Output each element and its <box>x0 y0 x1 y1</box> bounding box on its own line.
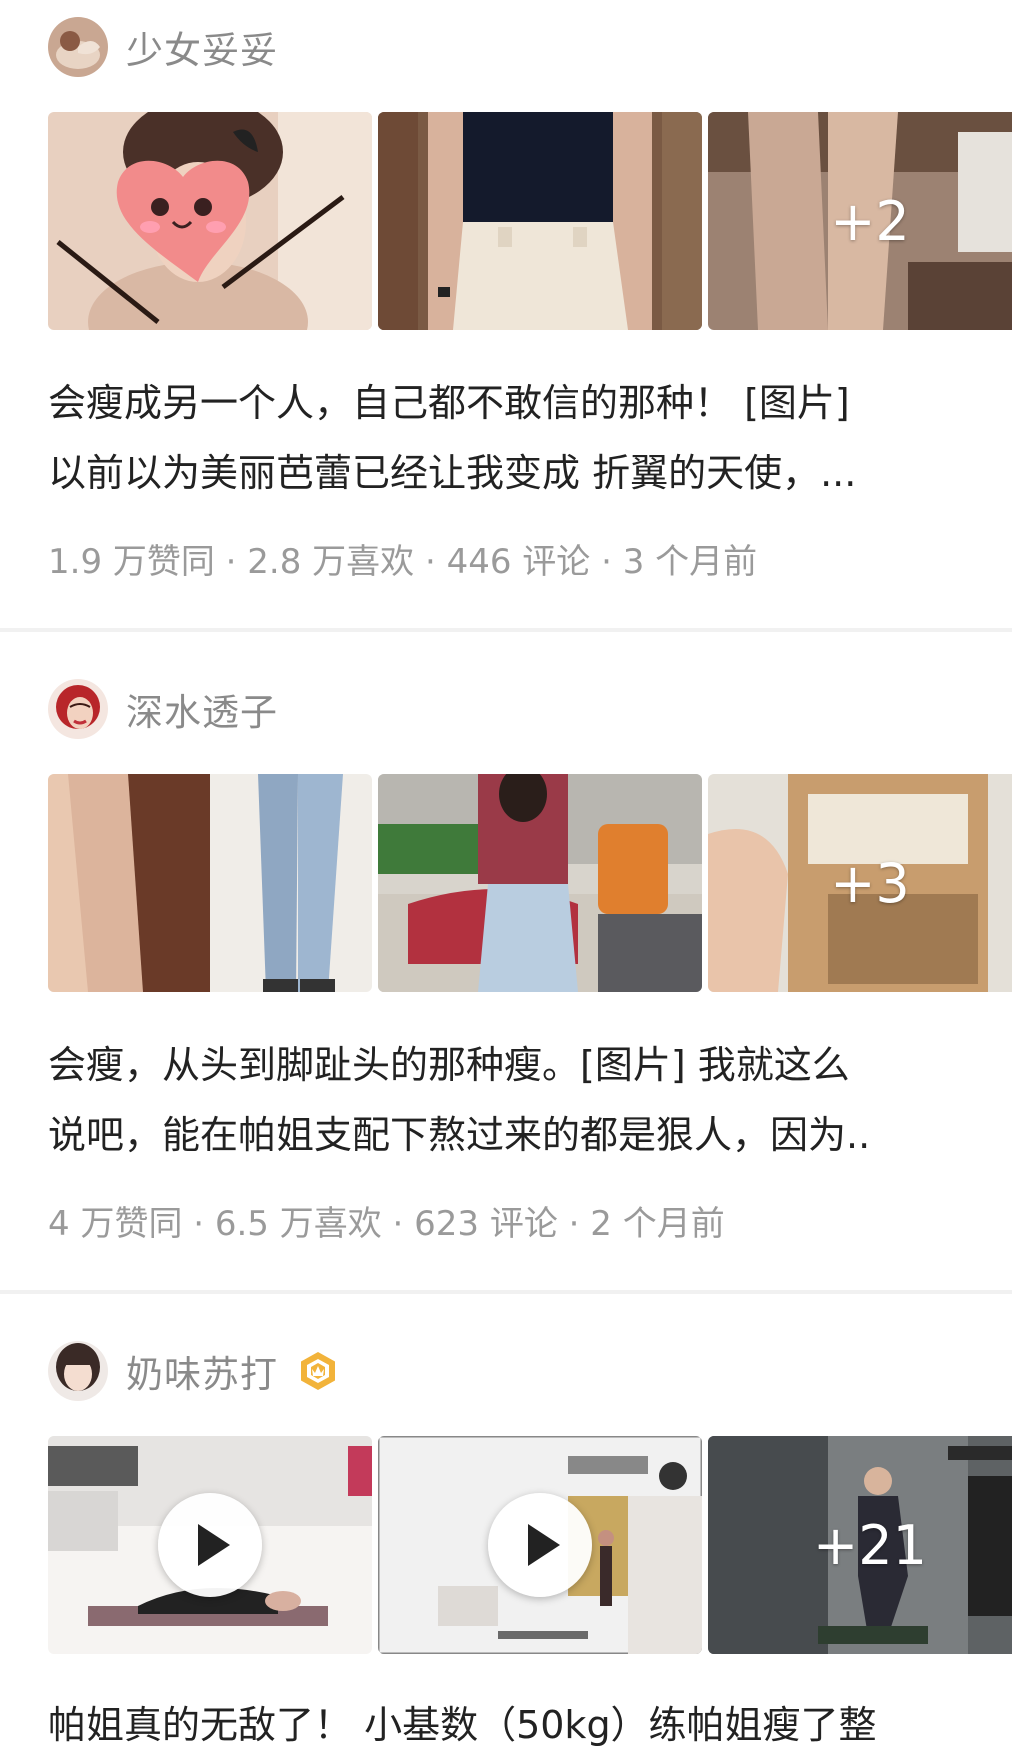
play-button[interactable] <box>488 1493 592 1597</box>
play-button[interactable] <box>158 1493 262 1597</box>
post-image[interactable]: +3 <box>708 774 1012 992</box>
author-row[interactable]: 少女妥妥 <box>48 16 278 78</box>
post-image[interactable] <box>378 774 702 992</box>
excerpt-line: 会瘦成另一个人，自己都不敢信的那种！ [图片] <box>48 381 850 425</box>
post-video[interactable] <box>48 1436 372 1654</box>
more-images-count: +2 <box>830 189 910 253</box>
post-image[interactable] <box>48 112 372 330</box>
verified-badge-icon <box>301 1352 335 1390</box>
author-row[interactable]: 深水透子 <box>48 678 278 740</box>
avatar[interactable] <box>48 17 108 77</box>
post-image[interactable] <box>48 774 372 992</box>
avatar[interactable] <box>48 679 108 739</box>
avatar[interactable] <box>48 1341 108 1401</box>
answer-excerpt[interactable]: 会瘦成另一个人，自己都不敢信的那种！ [图片] 以前以为美丽芭蕾已经让我变成 折… <box>48 368 988 508</box>
post-stats: 4 万赞同 · 6.5 万喜欢 · 623 评论 · 2 个月前 <box>48 1204 725 1244</box>
post-divider <box>0 628 1012 632</box>
author-name[interactable]: 深水透子 <box>126 682 278 736</box>
post-divider <box>0 1290 1012 1294</box>
image-strip: +3 <box>48 774 1012 992</box>
author-row[interactable]: 奶味苏打 <box>48 1340 340 1402</box>
post-video[interactable]: +21 <box>708 1436 1012 1654</box>
more-images-count: +3 <box>830 851 910 915</box>
post-video[interactable] <box>378 1436 702 1654</box>
image-strip: +2 <box>48 112 1012 330</box>
answer-excerpt[interactable]: 会瘦，从头到脚趾头的那种瘦。[图片] 我就这么 说吧，能在帕姐支配下熬过来的都是… <box>48 1030 988 1170</box>
post-image[interactable]: +2 <box>708 112 1012 330</box>
excerpt-line: 说吧，能在帕姐支配下熬过来的都是狠人，因为.. <box>48 1113 871 1157</box>
author-name[interactable]: 少女妥妥 <box>126 20 278 74</box>
answer-excerpt[interactable]: 帕姐真的无敌了！ 小基数（50kg）练帕姐瘦了整 <box>48 1690 988 1760</box>
more-images-count: +21 <box>813 1513 927 1577</box>
excerpt-line: 以前以为美丽芭蕾已经让我变成 折翼的天使，... <box>48 451 857 495</box>
post-stats: 1.9 万赞同 · 2.8 万喜欢 · 446 评论 · 3 个月前 <box>48 542 758 582</box>
post-image[interactable] <box>378 112 702 330</box>
excerpt-line: 会瘦，从头到脚趾头的那种瘦。[图片] 我就这么 <box>48 1043 850 1087</box>
image-strip: +21 <box>48 1436 1012 1654</box>
excerpt-line: 帕姐真的无敌了！ 小基数（50kg）练帕姐瘦了整 <box>48 1703 877 1747</box>
author-name[interactable]: 奶味苏打 <box>126 1344 278 1398</box>
